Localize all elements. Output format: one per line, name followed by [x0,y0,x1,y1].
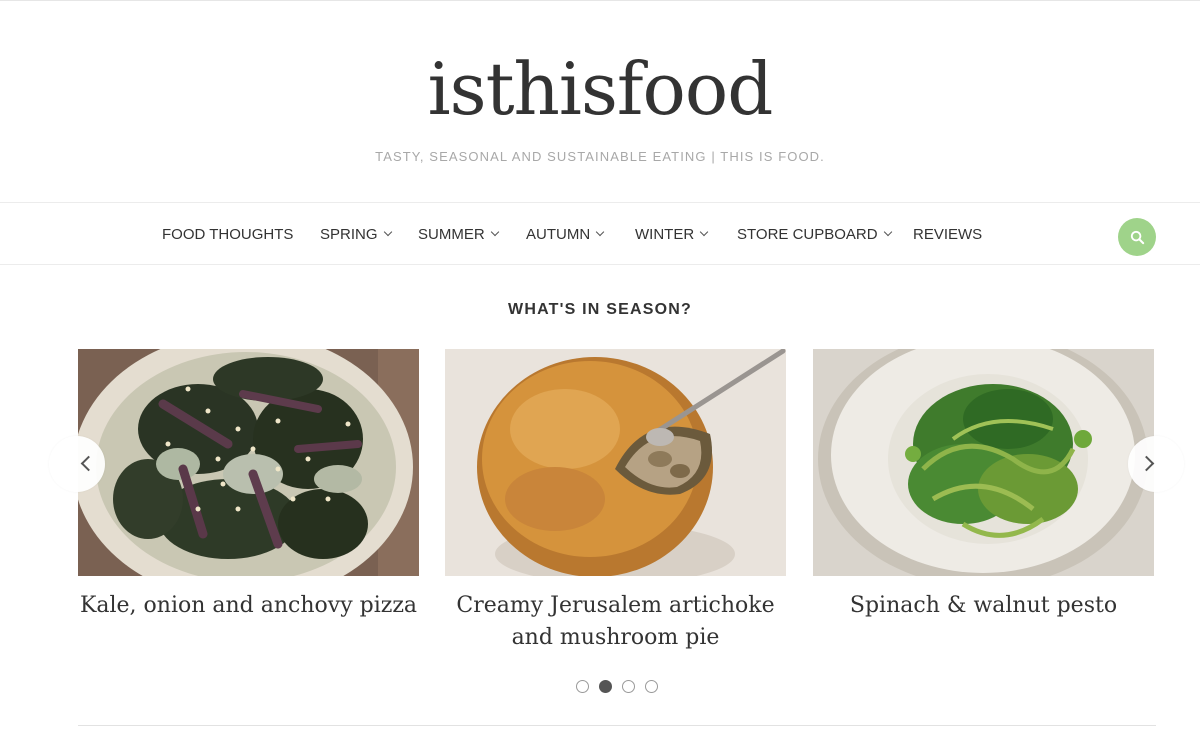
nav-item-food-thoughts[interactable]: FOOD THOUGHTS [162,224,293,244]
nav-item-label: SPRING [320,225,378,243]
chevron-down-icon [883,227,892,237]
main-navigation: FOOD THOUGHTS SPRING SUMMER AUTUMN WINTE… [0,202,1200,265]
nav-item-label: FOOD THOUGHTS [162,225,294,243]
carousel-dot-3[interactable] [622,680,635,693]
nav-item-autumn[interactable]: AUTUMN [526,224,605,244]
recipe-title[interactable]: Creamy Jerusalem artichoke and mushroom … [445,590,786,654]
chevron-down-icon [595,227,605,237]
carousel-prev-button[interactable] [49,436,105,492]
pesto-photo[interactable] [813,349,1154,576]
chevron-down-icon [383,227,392,237]
recipe-card[interactable]: Spinach & walnut pesto [813,349,1154,622]
nav-item-label: WINTER [635,225,695,243]
recipe-title[interactable]: Spinach & walnut pesto [813,590,1154,622]
search-button[interactable] [1118,218,1156,256]
site-tagline: TASTY, SEASONAL AND SUSTAINABLE EATING |… [375,149,825,164]
nav-item-summer[interactable]: SUMMER [418,224,499,244]
chevron-left-icon [80,455,97,472]
recipe-card[interactable]: Creamy Jerusalem artichoke and mushroom … [445,349,786,654]
nav-item-label: STORE CUPBOARD [737,225,878,243]
chevron-down-icon [490,227,499,237]
nav-item-label: SUMMER [418,225,485,243]
nav-item-label: AUTUMN [526,225,591,243]
top-divider [0,0,1200,1]
carousel-dot-4[interactable] [645,680,658,693]
carousel-dot-2[interactable] [599,680,612,693]
pie-photo[interactable] [445,349,786,576]
section-heading: WHAT'S IN SEASON? [508,301,692,318]
nav-item-reviews[interactable]: REVIEWS [913,224,982,244]
nav-item-winter[interactable]: WINTER [635,224,709,244]
nav-item-spring[interactable]: SPRING [320,224,392,244]
site-title[interactable]: isthisfood [0,44,1200,134]
recipe-title[interactable]: Kale, onion and anchovy pizza [78,590,419,622]
section-divider [78,725,1156,726]
chevron-right-icon [1138,455,1155,472]
nav-item-store-cupboard[interactable]: STORE CUPBOARD [737,224,892,244]
site-branding: isthisfood [0,44,1200,134]
pizza-photo[interactable] [78,349,419,576]
chevron-down-icon [699,227,709,237]
nav-item-label: REVIEWS [913,225,983,243]
carousel-next-button[interactable] [1128,436,1184,492]
carousel-pagination [576,680,658,693]
search-icon [1130,230,1144,244]
recipe-card[interactable]: Kale, onion and anchovy pizza [78,349,419,622]
carousel-dot-1[interactable] [576,680,589,693]
